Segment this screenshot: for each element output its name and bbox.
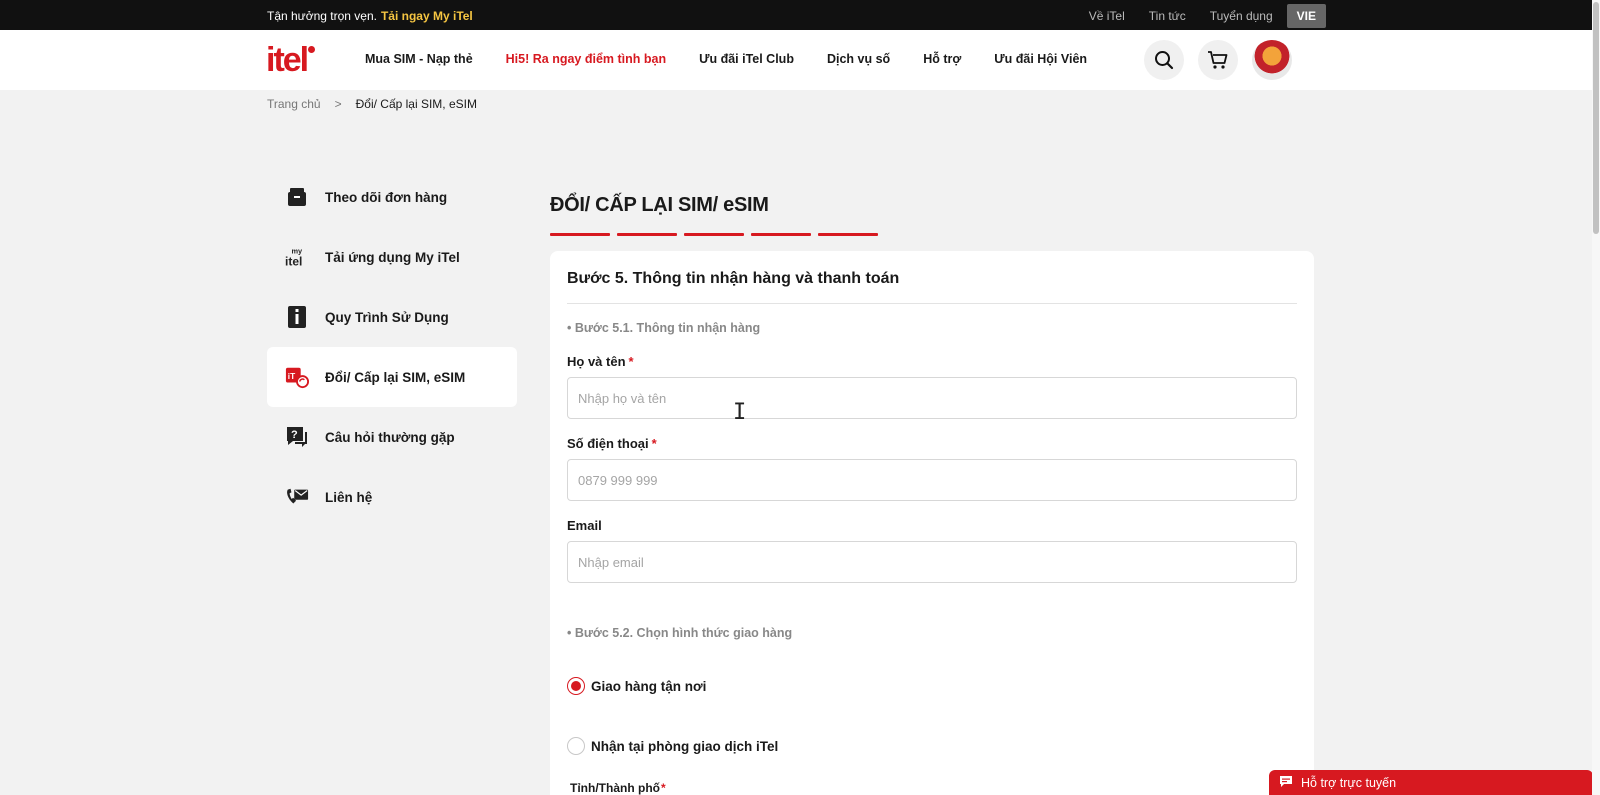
nav-buy-sim[interactable]: Mua SIM - Nạp thẻ	[365, 52, 473, 66]
top-links: Về iTel Tin tức Tuyển dụng VIE	[1065, 4, 1326, 28]
news-link[interactable]: Tin tức	[1149, 9, 1186, 23]
info-book-icon	[285, 305, 309, 329]
phone-mail-icon	[285, 485, 309, 509]
myitel-icon: my itel	[285, 245, 309, 269]
city-label: Tỉnh/Thành phố*	[570, 781, 666, 795]
user-avatar[interactable]	[1252, 40, 1292, 80]
live-support-label: Hỗ trợ trực tuyến	[1301, 775, 1397, 790]
cart-button[interactable]	[1198, 40, 1238, 80]
box-icon	[285, 185, 309, 209]
step-indicator	[751, 233, 811, 236]
svg-text:iT: iT	[288, 371, 295, 381]
live-support-button[interactable]: Hỗ trợ trực tuyến	[1269, 770, 1593, 795]
sidebar-item-label: Câu hỏi thường gặp	[325, 429, 455, 445]
delivery-option-home[interactable]: Giao hàng tận nơi	[567, 677, 706, 695]
chat-icon	[1279, 775, 1293, 791]
radio-checked[interactable]	[567, 677, 585, 695]
header-actions	[1130, 40, 1292, 80]
section-delivery-method: • Bước 5.2. Chọn hình thức giao hàng	[567, 626, 793, 640]
required-mark: *	[660, 781, 666, 795]
section-receiving-info: • Bước 5.1. Thông tin nhận hàng	[567, 321, 761, 335]
language-button[interactable]: VIE	[1286, 4, 1326, 28]
scrollbar-thumb[interactable]	[1593, 2, 1599, 234]
card-title: Bước 5. Thông tin nhận hàng và thanh toá…	[567, 270, 900, 287]
sidebar-item-order-tracking[interactable]: Theo dõi đơn hàng	[267, 167, 517, 227]
phone-input[interactable]	[567, 459, 1297, 501]
phone-label: Số điện thoại *	[567, 436, 657, 451]
sidebar-item-faq[interactable]: ? Câu hỏi thường gặp	[267, 407, 517, 467]
step-indicator	[550, 233, 610, 236]
radio-unchecked[interactable]	[567, 737, 585, 755]
sidebar-item-label: Liên hệ	[325, 489, 373, 505]
breadcrumb: Trang chủ > Đổi/ Cấp lại SIM, eSIM	[267, 97, 477, 111]
delivery-option-label: Nhận tại phòng giao dịch iTel	[591, 738, 779, 754]
step-indicator	[818, 233, 878, 236]
page-scrollbar[interactable]	[1592, 0, 1600, 795]
city-label-text: Tỉnh/Thành phố	[570, 781, 660, 795]
required-mark: *	[651, 436, 657, 451]
nav-hi5[interactable]: Hi5! Ra ngay điểm tình bạn	[506, 52, 666, 66]
required-mark: *	[628, 354, 634, 369]
itel-logo[interactable]: itel	[266, 41, 316, 79]
nav-digital-services[interactable]: Dịch vụ số	[827, 52, 890, 66]
delivery-option-store[interactable]: Nhận tại phòng giao dịch iTel	[567, 737, 778, 755]
sidebar: Theo dõi đơn hàng my itel Tải ứng dụng My…	[267, 167, 517, 527]
sidebar-item-sim-swap[interactable]: iT Đổi/ Cấp lại SIM, eSIM	[267, 347, 517, 407]
sidebar-item-usage-guide[interactable]: Quy Trình Sử Dụng	[267, 287, 517, 347]
name-label-text: Họ và tên	[567, 354, 626, 369]
step-progress	[550, 233, 885, 236]
nav-itel-club[interactable]: Ưu đãi iTel Club	[699, 52, 794, 66]
breadcrumb-current: Đổi/ Cấp lại SIM, eSIM	[355, 97, 477, 111]
careers-link[interactable]: Tuyển dụng	[1210, 9, 1273, 23]
question-chat-icon: ?	[285, 425, 309, 449]
chevron-right-icon: >	[334, 97, 342, 111]
divider	[567, 303, 1297, 304]
sidebar-item-contact[interactable]: Liên hệ	[267, 467, 517, 527]
sim-swap-icon: iT	[285, 365, 309, 389]
svg-text:itel: itel	[285, 254, 302, 268]
main-nav: Mua SIM - Nạp thẻ Hi5! Ra ngay điểm tình…	[365, 52, 1120, 66]
sidebar-item-label: Đổi/ Cấp lại SIM, eSIM	[325, 369, 466, 385]
text-cursor-icon: I	[733, 400, 747, 425]
nav-member-offers[interactable]: Ưu đãi Hội Viên	[994, 52, 1087, 66]
sidebar-item-download-app[interactable]: my itel Tải ứng dụng My iTel	[267, 227, 517, 287]
full-name-input[interactable]	[567, 377, 1297, 419]
top-bar: Tận hưởng trọn vẹn. Tải ngay My iTel Về i…	[0, 0, 1592, 30]
sidebar-item-label: Theo dõi đơn hàng	[325, 189, 448, 205]
main-header: itel Mua SIM - Nạp thẻ Hi5! Ra ngay điểm…	[0, 30, 1592, 90]
promo-text: Tận hưởng trọn vẹn.	[267, 9, 377, 23]
delivery-form-card: Bước 5. Thông tin nhận hàng và thanh toá…	[550, 251, 1314, 795]
email-label: Email	[567, 518, 602, 533]
name-label: Họ và tên *	[567, 354, 634, 369]
page-title: ĐỔI/ CẤP LẠI SIM/ eSIM	[550, 194, 769, 216]
search-icon	[1155, 51, 1174, 70]
step-indicator	[684, 233, 744, 236]
logo-text: itel	[266, 41, 309, 79]
promo-banner: Tận hưởng trọn vẹn. Tải ngay My iTel	[267, 9, 473, 23]
step-indicator	[617, 233, 677, 236]
logo-dot	[308, 46, 316, 53]
sidebar-item-label: Tải ứng dụng My iTel	[325, 249, 460, 265]
phone-label-text: Số điện thoại	[567, 436, 649, 451]
breadcrumb-home[interactable]: Trang chủ	[267, 97, 321, 111]
search-button[interactable]	[1144, 40, 1184, 80]
delivery-option-label: Giao hàng tận nơi	[591, 678, 707, 694]
sidebar-item-label: Quy Trình Sử Dụng	[325, 309, 449, 325]
download-myitel-link[interactable]: Tải ngay My iTel	[381, 9, 473, 23]
cart-icon	[1208, 51, 1228, 69]
about-link[interactable]: Về iTel	[1089, 9, 1125, 23]
svg-text:?: ?	[291, 429, 298, 441]
email-input[interactable]	[567, 541, 1297, 583]
nav-support[interactable]: Hỗ trợ	[923, 52, 961, 66]
